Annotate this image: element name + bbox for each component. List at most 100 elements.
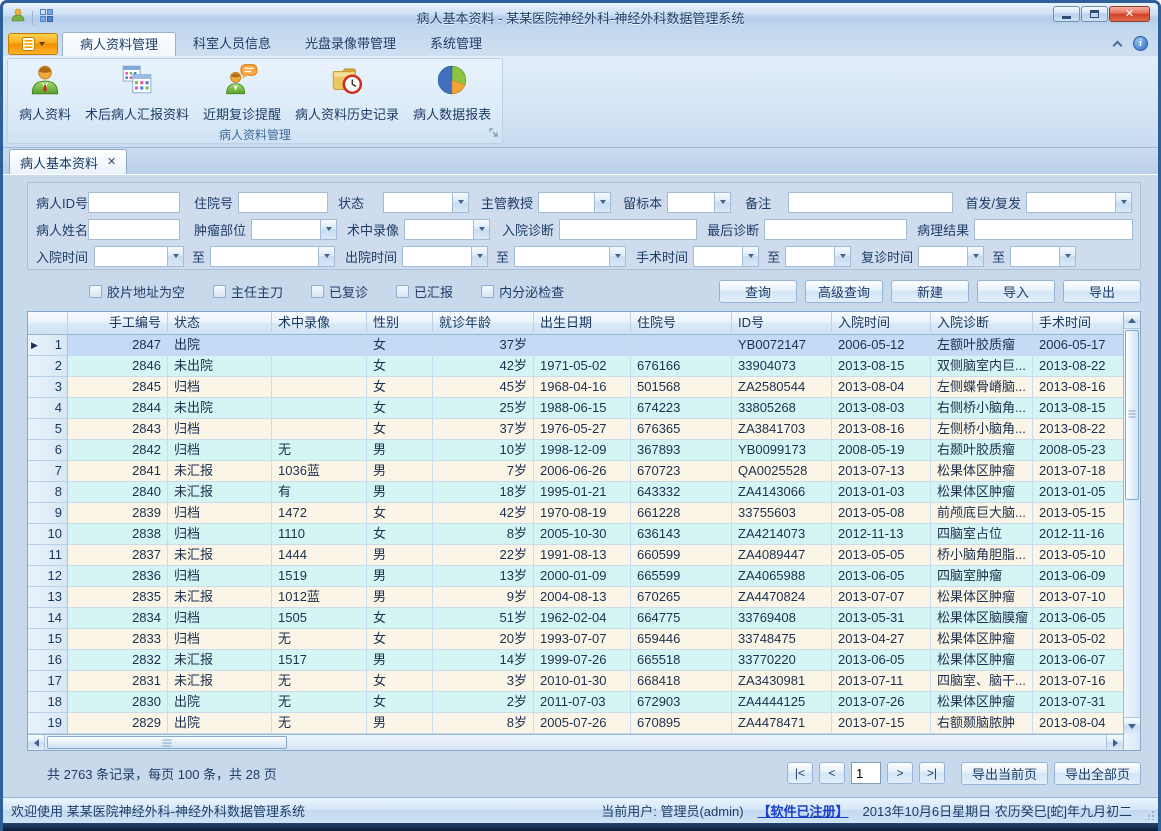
grid-cell[interactable]: 2013-06-05 xyxy=(1033,608,1123,629)
grid-cell[interactable]: 2005-07-26 xyxy=(534,713,631,734)
chevron-down-icon[interactable] xyxy=(967,247,983,266)
grid-cell[interactable]: 2000-01-09 xyxy=(534,566,631,587)
grid-cell[interactable]: 42岁 xyxy=(433,503,534,524)
checkbox-endocrine-exam[interactable]: 内分泌检查 xyxy=(481,282,564,301)
grid-cell[interactable]: 未汇报 xyxy=(168,587,272,608)
grid-cell[interactable]: 33769408 xyxy=(732,608,832,629)
grid-cell[interactable]: QA0025528 xyxy=(732,461,832,482)
grid-cell[interactable]: 1995-01-21 xyxy=(534,482,631,503)
grid-cell[interactable]: 双侧脑室内巨... xyxy=(931,356,1033,377)
table-row[interactable]: 9 2839 归档 1472 女 42岁 1970-08-19 661228 3… xyxy=(28,503,1123,524)
grid-cell[interactable]: 14岁 xyxy=(433,650,534,671)
chevron-down-icon[interactable] xyxy=(473,220,489,239)
chevron-down-icon[interactable] xyxy=(742,247,758,266)
specimen-combo[interactable] xyxy=(667,192,731,213)
export-all-pages-button[interactable]: 导出全部页 xyxy=(1054,762,1141,785)
first-page-button[interactable]: |< xyxy=(787,762,813,784)
grid-cell[interactable]: 1988-06-15 xyxy=(534,398,631,419)
checkbox-revisited[interactable]: 已复诊 xyxy=(311,282,368,301)
grid-cell[interactable]: 45岁 xyxy=(433,377,534,398)
grid-cell[interactable]: 归档 xyxy=(168,419,272,440)
export-button[interactable]: 导出 xyxy=(1063,280,1141,303)
patient-data-button[interactable]: 病人资料 xyxy=(12,61,78,125)
column-header[interactable]: 就诊年龄 xyxy=(433,312,534,335)
chevron-down-icon[interactable] xyxy=(609,247,625,266)
document-tab-patient-basic-data[interactable]: 病人基本资料 ✕ xyxy=(9,149,127,174)
grid-cell[interactable]: 2013-07-15 xyxy=(832,713,931,734)
row-header[interactable]: 8 xyxy=(28,482,68,503)
grid-cell[interactable]: 四脑室肿瘤 xyxy=(931,566,1033,587)
grid-cell[interactable]: 男 xyxy=(367,440,433,461)
grid-cell[interactable]: YB0099173 xyxy=(732,440,832,461)
grid-cell[interactable] xyxy=(272,398,367,419)
grid-cell[interactable]: 未出院 xyxy=(168,398,272,419)
table-row[interactable]: 15 2833 归档 无 女 20岁 1993-07-07 659446 337… xyxy=(28,629,1123,650)
grid-cell[interactable]: 2835 xyxy=(68,587,168,608)
table-row[interactable]: 6 2842 归档 无 男 10岁 1998-12-09 367893 YB00… xyxy=(28,440,1123,461)
grid-cell[interactable]: 2006-05-12 xyxy=(832,335,931,356)
checkbox-icon[interactable] xyxy=(89,285,102,298)
grid-cell[interactable] xyxy=(534,335,631,356)
grid-cell[interactable]: 2006-06-26 xyxy=(534,461,631,482)
scroll-right-button[interactable] xyxy=(1106,735,1123,750)
tab-system-management[interactable]: 系统管理 xyxy=(413,32,499,56)
chevron-down-icon[interactable] xyxy=(167,247,183,266)
grid-cell[interactable]: 2013-04-27 xyxy=(832,629,931,650)
postop-report-button[interactable]: 术后病人汇报资料 xyxy=(78,61,196,125)
grid-cell[interactable]: 2013-08-03 xyxy=(832,398,931,419)
grid-cell[interactable]: 女 xyxy=(367,335,433,356)
table-row[interactable]: ▶1 2847 出院 女 37岁 YB0072147 2006-05-12 左额… xyxy=(28,335,1123,356)
grid-cell[interactable]: 2013-05-08 xyxy=(832,503,931,524)
grid-cell[interactable]: 女 xyxy=(367,356,433,377)
grid-cell[interactable]: 女 xyxy=(367,419,433,440)
grid-cell[interactable]: 女 xyxy=(367,692,433,713)
grid-cell[interactable]: 33904073 xyxy=(732,356,832,377)
row-header[interactable]: 14 xyxy=(28,608,68,629)
grid-cell[interactable]: 有 xyxy=(272,482,367,503)
grid-cell[interactable]: 10岁 xyxy=(433,440,534,461)
table-row[interactable]: 7 2841 未汇报 1036蓝 男 7岁 2006-06-26 670723 … xyxy=(28,461,1123,482)
grid-cell[interactable]: 松果体区肿瘤 xyxy=(931,461,1033,482)
column-header[interactable]: 手工编号 xyxy=(68,312,168,335)
grid-cell[interactable]: 松果体区脑膜瘤 xyxy=(931,608,1033,629)
grid-cell[interactable]: 女 xyxy=(367,608,433,629)
pathology-result-input[interactable] xyxy=(974,219,1133,240)
grid-cell[interactable]: 670265 xyxy=(631,587,732,608)
grid-cell[interactable]: 2012-11-13 xyxy=(832,524,931,545)
grid-cell[interactable]: 2004-08-13 xyxy=(534,587,631,608)
revisit-time-to-combo[interactable] xyxy=(1010,246,1076,267)
grid-cell[interactable]: 2013-05-31 xyxy=(832,608,931,629)
first-relapse-combo[interactable] xyxy=(1026,192,1132,213)
grid-cell[interactable]: ZA4143066 xyxy=(732,482,832,503)
grid-cell[interactable]: 2010-01-30 xyxy=(534,671,631,692)
column-header[interactable]: 性别 xyxy=(367,312,433,335)
grid-cell[interactable]: 2013-08-15 xyxy=(832,356,931,377)
grid-cell[interactable]: 2013-06-09 xyxy=(1033,566,1123,587)
dialog-launcher-icon[interactable] xyxy=(489,127,499,141)
grid-cell[interactable]: 归档 xyxy=(168,503,272,524)
table-row[interactable]: 10 2838 归档 1110 女 8岁 2005-10-30 636143 Z… xyxy=(28,524,1123,545)
grid-cell[interactable] xyxy=(631,335,732,356)
grid-cell[interactable]: 674223 xyxy=(631,398,732,419)
grid-cell[interactable]: 1036蓝 xyxy=(272,461,367,482)
grid-cell[interactable]: 367893 xyxy=(631,440,732,461)
grid-cell[interactable]: 女 xyxy=(367,377,433,398)
grid-cell[interactable]: 归档 xyxy=(168,524,272,545)
grid-cell[interactable]: 2005-10-30 xyxy=(534,524,631,545)
chevron-down-icon[interactable] xyxy=(471,247,487,266)
close-button[interactable]: ✕ xyxy=(1109,6,1150,22)
grid-cell[interactable]: 女 xyxy=(367,524,433,545)
grid-cell[interactable]: 2013-07-11 xyxy=(832,671,931,692)
vertical-scrollbar[interactable] xyxy=(1123,312,1140,750)
grid-cell[interactable]: 男 xyxy=(367,482,433,503)
patient-history-button[interactable]: 病人资料历史记录 xyxy=(288,61,406,125)
grid-cell[interactable]: 8岁 xyxy=(433,713,534,734)
next-page-button[interactable]: > xyxy=(887,762,913,784)
row-header[interactable]: ▶1 xyxy=(28,335,68,356)
grid-cell[interactable]: 1444 xyxy=(272,545,367,566)
row-header[interactable]: 5 xyxy=(28,419,68,440)
chevron-down-icon[interactable] xyxy=(594,193,610,212)
grid-cell[interactable]: 无 xyxy=(272,629,367,650)
page-number-input[interactable] xyxy=(851,762,881,784)
grid-cell[interactable]: 出院 xyxy=(168,713,272,734)
